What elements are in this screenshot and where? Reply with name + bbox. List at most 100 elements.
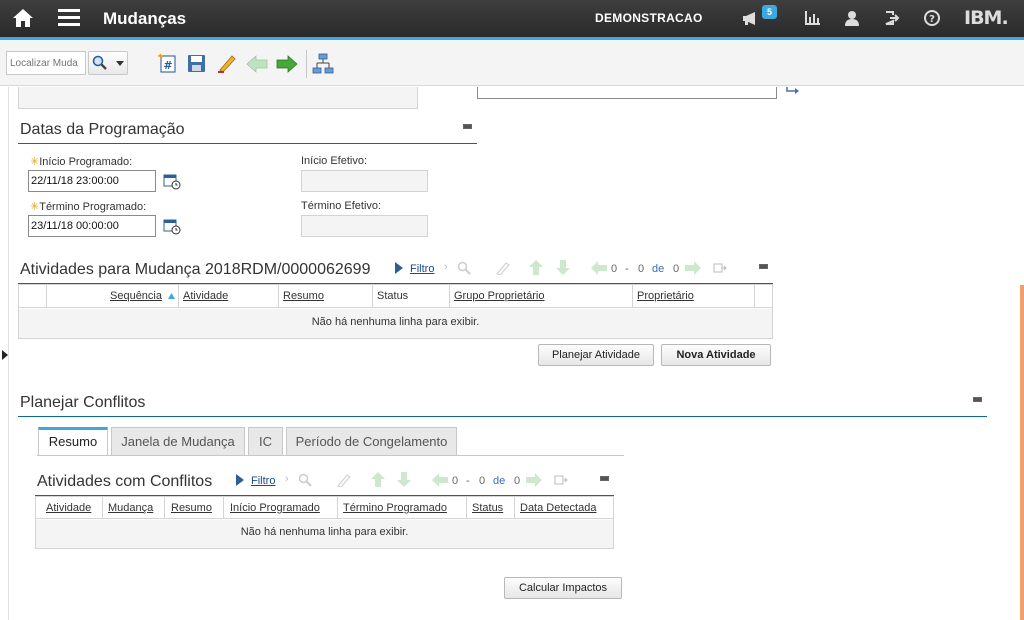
next-page-icon[interactable] <box>526 473 542 487</box>
column-header-termino-programado[interactable]: Término Programado <box>343 502 447 514</box>
tab-ic[interactable]: IC <box>248 427 283 456</box>
collapse-arrow-icon[interactable] <box>2 350 8 360</box>
search-icon[interactable] <box>298 473 312 487</box>
next-page-icon[interactable] <box>685 261 701 275</box>
column-divider <box>102 497 103 519</box>
atividades-table: Sequência Atividade Resumo Status Grupo … <box>18 284 773 339</box>
inicio-programado-field[interactable]: 22/11/18 23:00:00 <box>28 170 156 192</box>
search-input[interactable] <box>6 51 86 75</box>
minimize-icon[interactable] <box>973 397 982 402</box>
required-icon: ✳ <box>30 156 40 168</box>
minimize-icon[interactable] <box>759 264 768 269</box>
filter-expand-icon[interactable] <box>395 262 403 274</box>
pager-from: 0 <box>611 263 618 275</box>
inicio-programado-label: ✳Início Programado: <box>30 156 133 168</box>
save-icon[interactable] <box>187 54 206 73</box>
clear-filter-icon[interactable] <box>495 261 511 275</box>
column-header-resumo[interactable]: Resumo <box>171 502 212 514</box>
empty-row: Não há nenhuma linha para exibir. <box>36 520 613 548</box>
column-divider <box>337 497 338 519</box>
previous-page-icon[interactable] <box>591 261 607 275</box>
empty-message: Não há nenhuma linha para exibir. <box>240 526 409 538</box>
tab-janela-de-mudanca[interactable]: Janela de Mudança <box>111 427 245 456</box>
column-header-grupo-proprietario[interactable]: Grupo Proprietário <box>454 290 545 302</box>
left-rail <box>8 87 9 620</box>
clear-filter-icon[interactable] <box>336 473 352 487</box>
svg-text:?: ? <box>929 14 935 25</box>
section-divider <box>18 416 987 417</box>
search-icon[interactable] <box>457 261 471 275</box>
pager-of: de <box>652 263 665 275</box>
column-header-resumo[interactable]: Resumo <box>283 290 324 302</box>
new-record-icon[interactable]: # <box>157 53 177 73</box>
previous-arrow-icon[interactable] <box>246 55 268 73</box>
column-header-atividade[interactable]: Atividade <box>183 290 228 302</box>
column-divider <box>178 285 179 308</box>
ibm-logo: IBM. <box>964 7 1009 29</box>
download-icon[interactable] <box>554 473 568 487</box>
filter-expand-icon[interactable] <box>236 474 244 486</box>
pager-total: 0 <box>673 263 680 275</box>
tab-periodo-de-congelamento[interactable]: Período de Congelamento <box>286 427 457 456</box>
move-down-icon[interactable] <box>556 260 570 275</box>
column-divider <box>632 285 633 308</box>
description-area <box>18 87 418 109</box>
column-header-mudanca[interactable]: Mudança <box>108 502 153 514</box>
termino-programado-field[interactable]: 23/11/18 00:00:00 <box>28 215 156 237</box>
column-divider <box>164 497 165 519</box>
column-divider <box>514 497 515 519</box>
termino-efetivo-field <box>301 215 428 237</box>
subsection-title-conflitos: Atividades com Conflitos <box>37 473 213 490</box>
termino-efetivo-label: Término Efetivo: <box>301 200 382 212</box>
clear-changes-icon[interactable] <box>216 53 238 73</box>
tab-resumo[interactable]: Resumo <box>38 427 108 456</box>
column-header-atividade[interactable]: Atividade <box>46 502 91 514</box>
chevron-down-icon <box>116 61 124 66</box>
nova-atividade-button[interactable]: Nova Atividade <box>661 344 771 366</box>
column-header-data-detectada[interactable]: Data Detectada <box>520 502 596 514</box>
calcular-impactos-button[interactable]: Calcular Impactos <box>504 577 622 599</box>
pager-from: 0 <box>452 475 459 487</box>
detail-menu-icon[interactable] <box>786 87 800 96</box>
svg-text:#: # <box>163 59 172 72</box>
column-header-inicio-programado[interactable]: Início Programado <box>230 502 320 514</box>
move-up-icon[interactable] <box>529 260 543 275</box>
home-icon[interactable] <box>12 8 34 28</box>
megaphone-icon[interactable] <box>742 10 760 26</box>
minimize-icon[interactable] <box>600 476 609 481</box>
calendar-icon[interactable] <box>163 173 181 190</box>
column-header-status[interactable]: Status <box>472 502 503 514</box>
menu-icon[interactable] <box>58 8 80 27</box>
scrollbar[interactable] <box>1020 285 1024 620</box>
help-icon[interactable]: ? <box>924 10 940 26</box>
section-divider <box>18 143 477 144</box>
pager-total: 0 <box>514 475 521 487</box>
sort-ascending-icon[interactable] <box>168 293 175 299</box>
planejar-atividade-button[interactable]: Planejar Atividade <box>538 344 654 366</box>
calendar-icon[interactable] <box>163 218 181 235</box>
pager-dash: - <box>625 263 629 275</box>
download-icon[interactable] <box>713 261 727 275</box>
chevron-right-icon: › <box>285 473 289 485</box>
filter-link[interactable]: Filtro <box>410 263 434 275</box>
user-icon[interactable] <box>844 10 860 26</box>
workflow-icon[interactable] <box>312 53 334 75</box>
move-up-icon[interactable] <box>371 472 385 487</box>
remnant-input[interactable] <box>477 87 777 99</box>
pager-to: 0 <box>638 263 645 275</box>
column-header-proprietario[interactable]: Proprietário <box>637 290 694 302</box>
app-title: Mudanças <box>103 9 187 28</box>
minimize-icon[interactable] <box>463 124 472 129</box>
next-arrow-icon[interactable] <box>276 55 298 73</box>
logout-icon[interactable] <box>884 10 900 26</box>
notification-badge: 5 <box>762 5 777 19</box>
column-divider <box>449 285 450 308</box>
previous-page-icon[interactable] <box>432 473 448 487</box>
move-down-icon[interactable] <box>397 472 411 487</box>
search-button[interactable] <box>88 51 128 75</box>
column-header-status[interactable]: Status <box>377 290 408 302</box>
column-divider <box>466 497 467 519</box>
filter-link[interactable]: Filtro <box>251 475 275 487</box>
column-header-sequencia[interactable]: Sequência <box>110 290 162 302</box>
reports-icon[interactable] <box>804 11 820 25</box>
